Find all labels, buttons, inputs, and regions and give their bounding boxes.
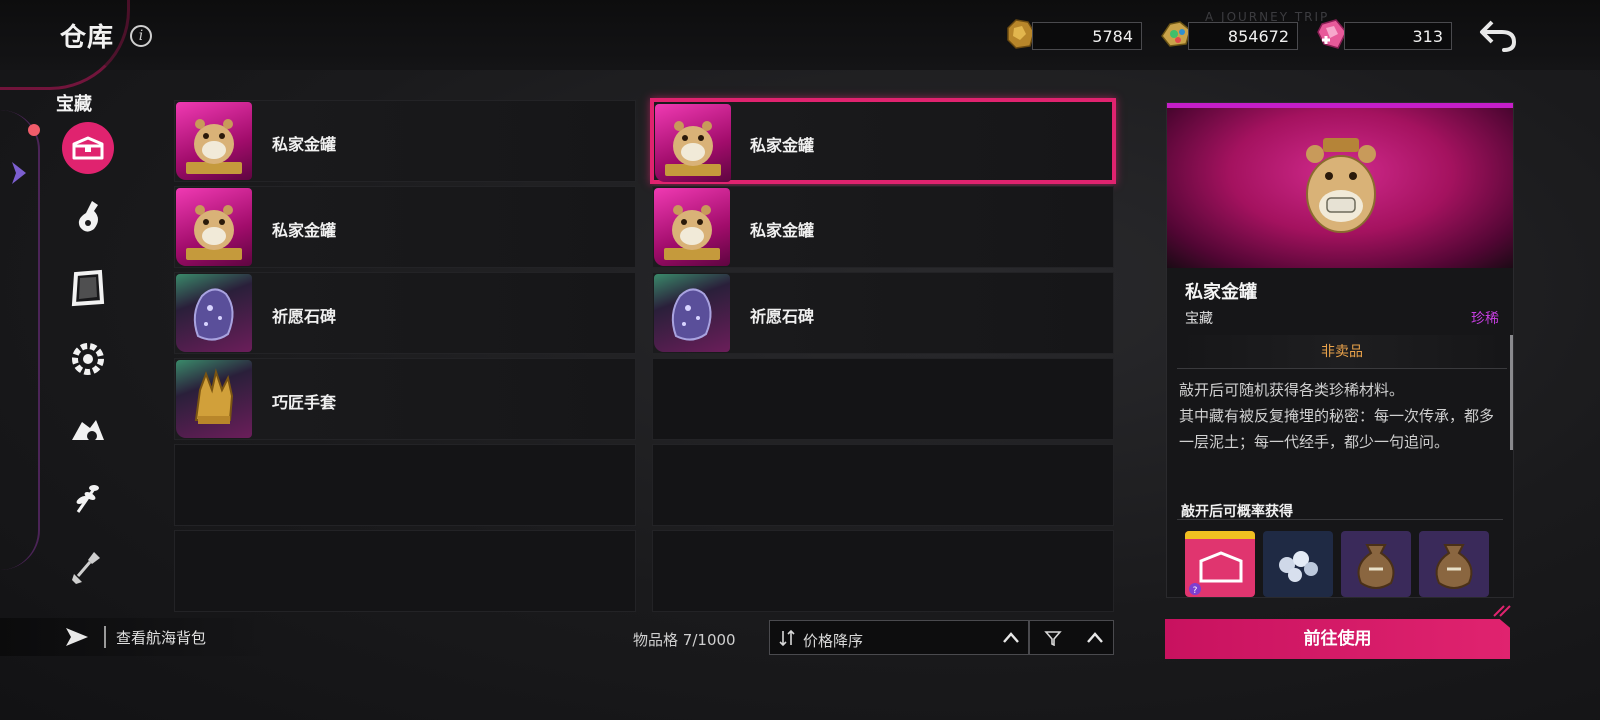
currency-gold-value: 5784 (1032, 22, 1142, 50)
mystery-chest-icon: ? (1185, 531, 1255, 597)
item-hero-image (1167, 108, 1513, 268)
send-arrow-icon (66, 628, 88, 646)
inventory-slot-empty[interactable] (652, 530, 1114, 612)
hamster-pot-icon (186, 205, 242, 260)
filter-icon (1044, 631, 1062, 646)
sea-bag-label: 查看航海背包 (116, 629, 207, 647)
inventory-slot[interactable]: 私家金罐 (174, 100, 636, 182)
hamster-pot-icon (186, 119, 242, 174)
nav-gear[interactable] (62, 333, 114, 385)
inventory-slot[interactable]: 祈愿石碑 (652, 272, 1114, 354)
page-title: 仓库 (60, 23, 115, 53)
view-sea-bag-button[interactable]: 查看航海背包 (0, 618, 270, 656)
detail-item-rarity: 珍稀 (1471, 311, 1499, 327)
chevron-up-icon (1087, 632, 1103, 643)
back-arrow-icon[interactable] (1478, 18, 1518, 54)
item-thumbnail (176, 274, 252, 352)
info-icon[interactable]: i (130, 25, 152, 47)
detail-item-category: 宝藏 (1185, 311, 1213, 327)
inventory-slot-empty[interactable] (652, 444, 1114, 526)
inventory-slot[interactable]: 私家金罐 (652, 186, 1114, 268)
inventory-slot[interactable]: 私家金罐 (174, 186, 636, 268)
nav-indicator-icon (12, 162, 26, 184)
nav-shovel[interactable] (62, 540, 114, 592)
drops-divider (1177, 519, 1503, 520)
sort-label: 价格降序 (803, 632, 864, 650)
go-use-button[interactable]: 前往使用 (1165, 619, 1510, 659)
slot-count-value: 7/1000 (682, 631, 736, 649)
nav-herb[interactable] (62, 472, 114, 524)
nav-mechanism[interactable] (62, 402, 114, 454)
nav-potion[interactable] (62, 191, 114, 243)
separator (104, 626, 106, 648)
drop-item[interactable]: ? (1185, 531, 1255, 597)
item-thumbnail (176, 102, 252, 180)
drop-item[interactable] (1263, 531, 1333, 597)
inventory-slot-selected[interactable]: 私家金罐 (650, 98, 1116, 184)
item-name: 巧匠手套 (272, 393, 337, 412)
hamster-pot-icon (1306, 138, 1376, 233)
mechanism-icon (72, 420, 104, 441)
button-corner-decoration (1493, 605, 1511, 617)
item-thumbnail (176, 188, 252, 266)
currency-gem-value: 854672 (1188, 22, 1298, 50)
notification-dot (28, 124, 40, 136)
currency-crystal-value: 313 (1344, 22, 1452, 50)
hamster-pot-icon (665, 121, 721, 176)
drop-item[interactable] (1341, 531, 1411, 597)
item-thumbnail (176, 360, 252, 438)
detail-item-name: 私家金罐 (1185, 282, 1257, 303)
treasure-chest-icon (72, 136, 104, 160)
item-name: 私家金罐 (272, 221, 337, 240)
golden-gauntlet-icon (194, 368, 234, 424)
description-scrollbar[interactable] (1510, 335, 1513, 450)
item-name: 私家金罐 (750, 136, 815, 155)
inventory-slot-empty[interactable] (652, 358, 1114, 440)
item-thumbnail (654, 274, 730, 352)
potion-bottle-icon (78, 201, 98, 232)
inventory-slot[interactable]: 祈愿石碑 (174, 272, 636, 354)
shovel-icon (72, 552, 100, 584)
svg-text:?: ? (1193, 586, 1198, 596)
item-thumbnail (654, 188, 730, 266)
drops-title: 敲开后可概率获得 (1181, 504, 1293, 520)
inventory-slot[interactable]: 巧匠手套 (174, 358, 636, 440)
money-bag-icon (1419, 531, 1489, 597)
filter-dropdown[interactable] (1029, 620, 1114, 655)
item-thumbnail (655, 104, 731, 182)
drop-item[interactable] (1419, 531, 1489, 597)
slot-count: 物品格 7/1000 (633, 629, 736, 650)
slot-count-label: 物品格 (633, 631, 679, 649)
nav-treasure[interactable] (62, 122, 114, 174)
nav-scroll[interactable] (62, 262, 114, 314)
inventory-slot-empty[interactable] (174, 530, 636, 612)
wish-stone-icon (671, 288, 712, 341)
item-name: 祈愿石碑 (272, 307, 337, 326)
item-detail-panel: 私家金罐 宝藏 珍稀 非卖品 敲开后可随机获得各类珍稀材料。 其中藏有被反复掩埋… (1166, 102, 1514, 598)
not-for-sale-label: 非卖品 (1177, 335, 1507, 369)
hamster-pot-icon (664, 205, 720, 260)
herb-sprig-icon (76, 485, 99, 513)
scroll-frame-icon (71, 269, 105, 307)
sort-icon (779, 629, 795, 647)
gear-cog-icon (72, 343, 104, 375)
silver-pearls-icon (1263, 531, 1333, 597)
detail-description: 敲开后可随机获得各类珍稀材料。 其中藏有被反复掩埋的秘密：每一次传承，都多一层泥… (1179, 381, 1495, 451)
wish-stone-icon (193, 288, 234, 341)
category-label: 宝藏 (56, 94, 92, 115)
inventory-slot-empty[interactable] (174, 444, 636, 526)
item-name: 私家金罐 (750, 221, 815, 240)
money-bag-icon (1341, 531, 1411, 597)
item-name: 私家金罐 (272, 135, 337, 154)
item-name: 祈愿石碑 (750, 307, 815, 326)
sort-dropdown[interactable]: 价格降序 (769, 620, 1029, 655)
chevron-up-icon (1003, 632, 1019, 643)
